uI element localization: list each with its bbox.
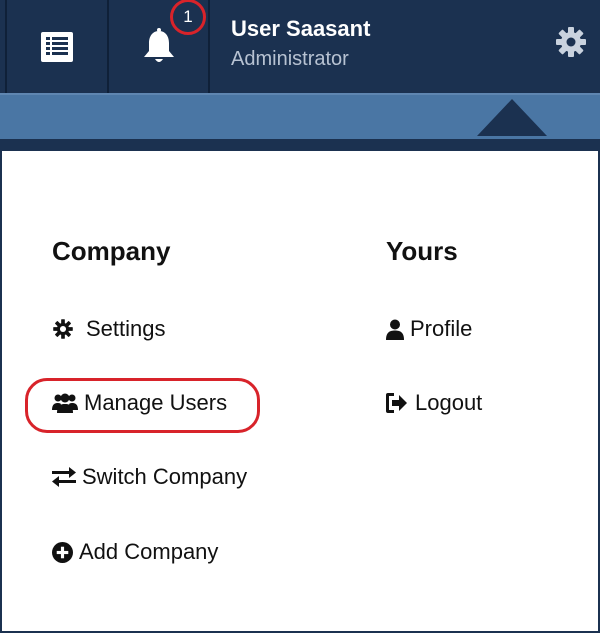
- company-heading: Company: [52, 236, 171, 266]
- notification-badge[interactable]: 1: [170, 0, 206, 35]
- gear-icon: [52, 318, 74, 340]
- bell-icon: [143, 27, 174, 62]
- yours-heading: Yours: [386, 236, 458, 266]
- dropdown-pointer: [477, 99, 547, 136]
- user-name: User Saasant: [231, 16, 371, 41]
- list-menu-button[interactable]: [7, 0, 107, 93]
- divider: [208, 0, 210, 93]
- menu-item-settings[interactable]: Settings: [52, 316, 166, 342]
- switch-arrows-icon: [52, 467, 76, 487]
- menu-item-label: Logout: [415, 390, 483, 415]
- gear-icon: [556, 27, 586, 57]
- user-icon: [386, 319, 404, 340]
- menu-item-switch-company[interactable]: Switch Company: [52, 464, 247, 490]
- top-bar: 1 User Saasant Administrator: [0, 0, 600, 93]
- list-icon: [41, 31, 73, 62]
- menu-item-label: Settings: [86, 316, 166, 341]
- settings-gear-button[interactable]: [553, 24, 589, 60]
- highlight-annotation: [25, 378, 260, 433]
- menu-item-label: Add Company: [79, 539, 219, 564]
- band-bottom-line: [0, 139, 600, 151]
- menu-item-profile[interactable]: Profile: [386, 316, 472, 342]
- menu-item-label: Switch Company: [82, 464, 248, 489]
- plus-circle-icon: [52, 541, 73, 563]
- menu-item-add-company[interactable]: Add Company: [52, 539, 218, 565]
- user-role: Administrator: [231, 48, 349, 70]
- sign-out-icon: [386, 393, 407, 413]
- menu-item-label: Profile: [410, 316, 473, 341]
- menu-item-logout[interactable]: Logout: [386, 390, 482, 416]
